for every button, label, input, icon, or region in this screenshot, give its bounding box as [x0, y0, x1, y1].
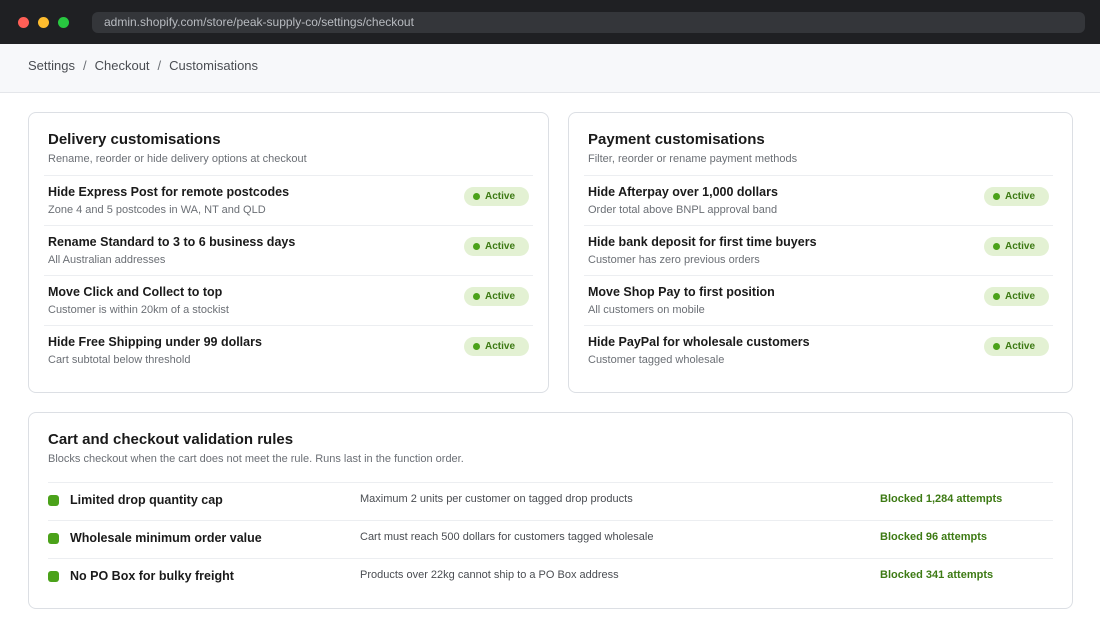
- status-label: Active: [485, 341, 516, 352]
- payment-customisations-card: Payment customisations Filter, reorder o…: [568, 112, 1073, 393]
- status-badge: Active: [984, 337, 1049, 356]
- status-badge: Active: [464, 287, 529, 306]
- status-label: Active: [485, 291, 516, 302]
- customisation-row[interactable]: Move Click and Collect to top Customer i…: [44, 275, 533, 325]
- customisation-row[interactable]: Hide Free Shipping under 99 dollars Cart…: [44, 325, 533, 375]
- status-dot-icon: [993, 193, 1000, 200]
- breadcrumb-bar: Settings / Checkout / Customisations: [0, 44, 1100, 93]
- delivery-customisations-card: Delivery customisations Rename, reorder …: [28, 112, 549, 393]
- status-badge: Active: [984, 237, 1049, 256]
- customisation-row[interactable]: Hide PayPal for wholesale customers Cust…: [584, 325, 1053, 375]
- rule-status-icon: [48, 495, 59, 506]
- customisation-condition: Zone 4 and 5 postcodes in WA, NT and QLD: [48, 204, 266, 216]
- maximize-window-button[interactable]: [58, 17, 69, 28]
- rule-blocked-count: Blocked 1,284 attempts: [880, 493, 1003, 505]
- rule-blocked-count: Blocked 96 attempts: [880, 531, 987, 543]
- rule-name: Wholesale minimum order value: [70, 531, 262, 545]
- rule-description: Maximum 2 units per customer on tagged d…: [360, 493, 633, 505]
- card-subtitle: Rename, reorder or hide delivery options…: [48, 153, 307, 165]
- status-badge: Active: [984, 187, 1049, 206]
- breadcrumb-checkout[interactable]: Checkout: [95, 58, 150, 73]
- validation-rule-row[interactable]: Limited drop quantity cap Maximum 2 unit…: [48, 482, 1053, 520]
- status-badge: Active: [464, 237, 529, 256]
- breadcrumb-settings[interactable]: Settings: [28, 58, 75, 73]
- customisation-title: Hide bank deposit for first time buyers: [588, 235, 817, 249]
- customisation-condition: All customers on mobile: [588, 304, 705, 316]
- status-dot-icon: [473, 293, 480, 300]
- customisation-title: Hide Free Shipping under 99 dollars: [48, 335, 262, 349]
- status-label: Active: [1005, 291, 1036, 302]
- validation-rules-card: Cart and checkout validation rules Block…: [28, 412, 1073, 609]
- minimize-window-button[interactable]: [38, 17, 49, 28]
- customisation-condition: Cart subtotal below threshold: [48, 354, 191, 366]
- address-bar[interactable]: admin.shopify.com/store/peak-supply-co/s…: [92, 12, 1085, 33]
- card-title: Delivery customisations: [48, 131, 221, 148]
- status-badge: Active: [464, 337, 529, 356]
- browser-titlebar: admin.shopify.com/store/peak-supply-co/s…: [0, 0, 1100, 44]
- status-badge: Active: [464, 187, 529, 206]
- customisation-condition: Customer tagged wholesale: [588, 354, 725, 366]
- customisation-condition: Order total above BNPL approval band: [588, 204, 778, 216]
- status-label: Active: [1005, 191, 1036, 202]
- breadcrumb-separator: /: [82, 58, 87, 73]
- status-label: Active: [1005, 241, 1036, 252]
- status-dot-icon: [993, 343, 1000, 350]
- breadcrumb-customisations: Customisations: [169, 58, 259, 73]
- card-title: Payment customisations: [588, 131, 765, 148]
- status-dot-icon: [993, 243, 1000, 250]
- rule-status-icon: [48, 533, 59, 544]
- validation-rule-row[interactable]: No PO Box for bulky freight Products ove…: [48, 558, 1053, 596]
- customisation-row[interactable]: Rename Standard to 3 to 6 business days …: [44, 225, 533, 275]
- rule-blocked-count: Blocked 341 attempts: [880, 569, 994, 581]
- customisation-title: Move Click and Collect to top: [48, 285, 223, 299]
- customisation-condition: Customer has zero previous orders: [588, 254, 760, 266]
- customisation-row[interactable]: Hide Express Post for remote postcodes Z…: [44, 175, 533, 225]
- rule-name: Limited drop quantity cap: [70, 493, 223, 507]
- customisation-title: Rename Standard to 3 to 6 business days: [48, 235, 296, 249]
- status-dot-icon: [473, 243, 480, 250]
- status-label: Active: [485, 241, 516, 252]
- card-title: Cart and checkout validation rules: [48, 431, 294, 448]
- breadcrumb-separator: /: [157, 58, 162, 73]
- customisation-title: Move Shop Pay to first position: [588, 285, 775, 299]
- status-badge: Active: [984, 287, 1049, 306]
- status-dot-icon: [993, 293, 1000, 300]
- customisation-condition: Customer is within 20km of a stockist: [48, 304, 229, 316]
- customisation-row[interactable]: Hide bank deposit for first time buyers …: [584, 225, 1053, 275]
- rule-description: Cart must reach 500 dollars for customer…: [360, 531, 654, 543]
- customisation-title: Hide Express Post for remote postcodes: [48, 185, 290, 199]
- card-subtitle: Blocks checkout when the cart does not m…: [48, 453, 464, 465]
- rule-description: Products over 22kg cannot ship to a PO B…: [360, 569, 619, 581]
- customisation-title: Hide PayPal for wholesale customers: [588, 335, 810, 349]
- customisation-title: Hide Afterpay over 1,000 dollars: [588, 185, 778, 199]
- rule-status-icon: [48, 571, 59, 582]
- customisation-row[interactable]: Move Shop Pay to first position All cust…: [584, 275, 1053, 325]
- status-dot-icon: [473, 193, 480, 200]
- status-label: Active: [485, 191, 516, 202]
- rule-name: No PO Box for bulky freight: [70, 569, 234, 583]
- validation-rule-row[interactable]: Wholesale minimum order value Cart must …: [48, 520, 1053, 558]
- card-subtitle: Filter, reorder or rename payment method…: [588, 153, 798, 165]
- customisation-row[interactable]: Hide Afterpay over 1,000 dollars Order t…: [584, 175, 1053, 225]
- close-window-button[interactable]: [18, 17, 29, 28]
- status-dot-icon: [473, 343, 480, 350]
- customisation-condition: All Australian addresses: [48, 254, 166, 266]
- status-label: Active: [1005, 341, 1036, 352]
- breadcrumb: Settings / Checkout / Customisations: [28, 58, 258, 73]
